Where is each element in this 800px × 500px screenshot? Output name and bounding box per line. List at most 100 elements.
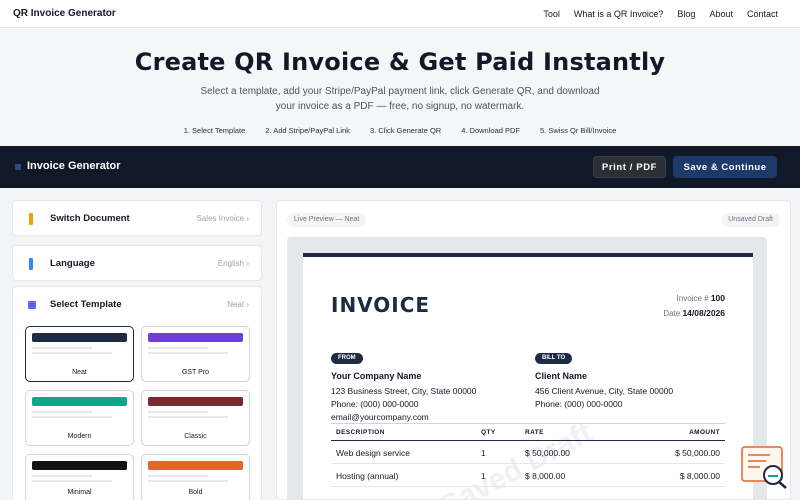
client-phone[interactable]: Phone: (000) 000-0000: [535, 398, 673, 411]
search-document-icon[interactable]: [740, 445, 790, 490]
switch-document-value: Sales Invoice ›: [196, 214, 250, 223]
template-preview-line: [148, 411, 208, 413]
template-name: Minimal: [67, 489, 92, 496]
top-navbar: QR Invoice Generator Tool What is a QR I…: [0, 0, 800, 28]
item-qty[interactable]: 1: [481, 471, 486, 481]
select-template-value: Neat ›: [227, 300, 249, 309]
chevron-right-icon: ›: [246, 259, 249, 268]
table-row[interactable]: Hosting (annual) 1 $ 8,000.00 $ 8,000.00: [331, 464, 725, 487]
item-qty[interactable]: 1: [481, 448, 486, 458]
template-preview-line: [148, 347, 208, 349]
template-card-neat[interactable]: Neat: [25, 326, 134, 382]
template-preview-bar: [148, 461, 243, 470]
live-preview-badge: Live Preview — Neat: [287, 213, 367, 227]
hero-title: Create QR Invoice & Get Paid Instantly: [134, 48, 666, 76]
hero-section: Create QR Invoice & Get Paid Instantly S…: [0, 28, 800, 146]
template-preview-bar: [148, 397, 243, 406]
from-block[interactable]: Your Company Name 123 Business Street, C…: [331, 370, 476, 424]
template-grid: Neat GST Pro Modern Classic Minimal Bold: [12, 320, 262, 500]
line-items-table: DESCRIPTION QTY RATE AMOUNT Web design s…: [331, 423, 725, 487]
item-rate[interactable]: $ 8,000.00: [525, 471, 565, 481]
save-continue-button[interactable]: Save & Continue: [673, 156, 777, 178]
column-qty: QTY: [481, 429, 496, 436]
from-tag: FROM: [331, 353, 363, 364]
invoice-number[interactable]: 100: [711, 293, 725, 303]
template-preview-bar: [32, 397, 127, 406]
client-address[interactable]: 456 Client Avenue, City, State 00000: [535, 385, 673, 398]
document-icon: [29, 213, 33, 225]
column-amount: AMOUNT: [689, 429, 720, 436]
invoice-number-label: Invoice #: [676, 294, 709, 303]
toolbar-square-icon: [15, 164, 21, 170]
template-preview-line: [148, 352, 228, 354]
nav-links: Tool What is a QR Invoice? Blog About Co…: [543, 9, 778, 19]
template-preview-line: [32, 480, 112, 482]
item-description[interactable]: Web design service: [336, 448, 410, 458]
table-row[interactable]: Web design service 1 $ 50,000.00 $ 50,00…: [331, 441, 725, 464]
from-company-name[interactable]: Your Company Name: [331, 370, 476, 383]
template-name: Bold: [188, 489, 203, 496]
step-generate-qr[interactable]: 3. Click Generate QR: [370, 126, 441, 135]
step-swiss-qr-bill[interactable]: 5. Swiss Qr Bill/Invoice: [540, 126, 616, 135]
step-select-template[interactable]: 1. Select Template: [184, 126, 246, 135]
step-download-pdf[interactable]: 4. Download PDF: [461, 126, 520, 135]
bill-to-tag: BILL TO: [535, 353, 573, 364]
template-preview-line: [32, 416, 112, 418]
invoice-date[interactable]: 14/08/2026: [682, 308, 725, 318]
switch-document-selector[interactable]: Switch Document Sales Invoice ›: [12, 200, 262, 236]
client-name[interactable]: Client Name: [535, 370, 673, 383]
template-preview-line: [32, 411, 92, 413]
invoice-top-accent: [303, 253, 753, 257]
live-preview-panel: Live Preview — Neat Unsaved Draft Saved …: [276, 200, 791, 500]
template-icon: [28, 301, 36, 309]
item-rate[interactable]: $ 50,000.00: [525, 448, 570, 458]
template-name: Classic: [184, 433, 207, 440]
template-card-minimal[interactable]: Minimal: [25, 454, 134, 500]
steps-list: 1. Select Template 2. Add Stripe/PayPal …: [0, 126, 800, 135]
from-address[interactable]: 123 Business Street, City, State 00000: [331, 385, 476, 398]
chevron-right-icon: ›: [246, 214, 249, 223]
template-preview-line: [32, 352, 112, 354]
nav-link-contact[interactable]: Contact: [747, 9, 778, 19]
select-template-label: Select Template: [50, 299, 122, 310]
template-card-gst-pro[interactable]: GST Pro: [141, 326, 250, 382]
language-value: English ›: [217, 259, 249, 268]
invoice-document: Saved Draft INVOICE Invoice # 100 Date 1…: [303, 253, 753, 499]
template-preview-line: [148, 416, 228, 418]
table-header: DESCRIPTION QTY RATE AMOUNT: [331, 423, 725, 441]
template-preview-line: [32, 475, 92, 477]
template-card-bold[interactable]: Bold: [141, 454, 250, 500]
nav-link-what-is-qr-invoice[interactable]: What is a QR Invoice?: [574, 9, 664, 19]
column-rate: RATE: [525, 429, 544, 436]
nav-link-about[interactable]: About: [709, 9, 733, 19]
item-amount: $ 8,000.00: [679, 471, 720, 481]
hero-subtitle: Select a template, add your Stripe/PayPa…: [200, 86, 600, 112]
step-add-payment-link[interactable]: 2. Add Stripe/PayPal Link: [265, 126, 350, 135]
select-template-header[interactable]: Select Template Neat ›: [12, 286, 262, 322]
template-preview-bar: [32, 461, 127, 470]
toolbar-title: Invoice Generator: [27, 160, 121, 172]
template-preview-bar: [148, 333, 243, 342]
language-selector[interactable]: Language English ›: [12, 245, 262, 281]
from-phone[interactable]: Phone: (000) 000-0000: [331, 398, 476, 411]
invoice-title[interactable]: INVOICE: [331, 293, 430, 317]
column-description: DESCRIPTION: [336, 429, 385, 436]
print-pdf-button[interactable]: Print / PDF: [593, 156, 666, 178]
template-name: Neat: [72, 369, 87, 376]
template-card-classic[interactable]: Classic: [141, 390, 250, 446]
item-amount: $ 50,000.00: [675, 448, 720, 458]
switch-document-label: Switch Document: [50, 213, 130, 224]
language-label: Language: [50, 258, 95, 269]
template-preview-bar: [32, 333, 127, 342]
chevron-right-icon: ›: [246, 300, 249, 309]
nav-link-blog[interactable]: Blog: [677, 9, 695, 19]
item-description[interactable]: Hosting (annual): [336, 471, 398, 481]
nav-link-tool[interactable]: Tool: [543, 9, 560, 19]
preview-canvas: Saved Draft INVOICE Invoice # 100 Date 1…: [287, 237, 767, 499]
settings-sidebar: Switch Document Sales Invoice › Language…: [12, 200, 262, 500]
brand-logo-text[interactable]: QR Invoice Generator: [13, 8, 116, 19]
status-badge: Unsaved Draft: [721, 213, 780, 227]
template-name: Modern: [67, 433, 92, 440]
template-card-modern[interactable]: Modern: [25, 390, 134, 446]
bill-to-block[interactable]: Client Name 456 Client Avenue, City, Sta…: [535, 370, 673, 411]
